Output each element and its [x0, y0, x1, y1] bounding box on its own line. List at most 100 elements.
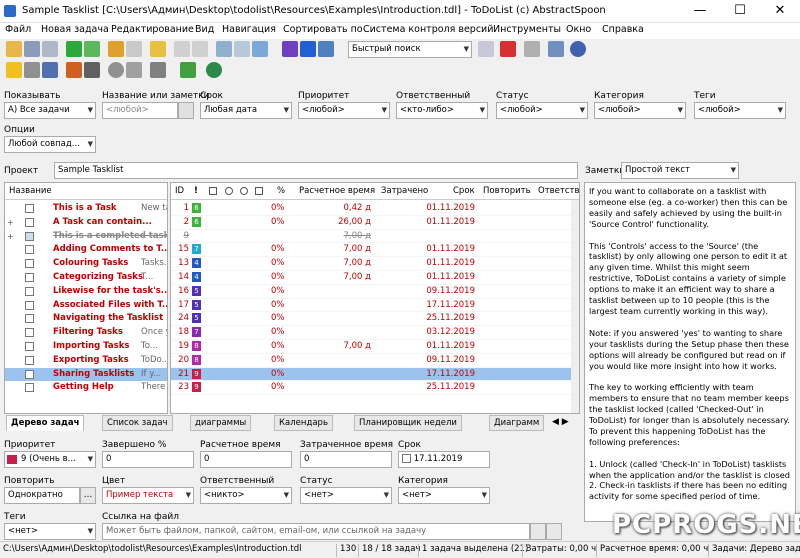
tab-task-list[interactable]: Список задач [102, 415, 173, 431]
col-due[interactable]: Срок [453, 186, 475, 196]
priority-badge[interactable]: 8 [192, 354, 201, 365]
tree-header[interactable]: Название [5, 183, 167, 200]
tree-row[interactable]: + This is a completed task [5, 230, 167, 244]
tree-row[interactable]: Likewise for the task's... [5, 285, 167, 299]
col-bell-icon[interactable] [255, 187, 263, 195]
est-time-input[interactable]: 0 [200, 451, 292, 468]
resp-combo[interactable]: <никто> ▼ [200, 487, 292, 504]
task-checkbox[interactable] [25, 355, 34, 365]
tasklist-icon[interactable] [216, 41, 232, 57]
tree-row[interactable]: This is a Task New tas... [5, 202, 167, 216]
task-name[interactable]: Exporting Tasks [53, 355, 129, 365]
task-checkbox[interactable] [25, 204, 34, 213]
tag-icon[interactable] [180, 62, 196, 78]
refresh-icon[interactable] [252, 41, 268, 57]
table-row[interactable]: 19 0% 7,00 д 01.11.2019 8 [171, 340, 579, 354]
options-combo[interactable]: Любой совпад... ▼ [4, 136, 96, 153]
close-button[interactable]: ✕ [760, 0, 800, 23]
tree-row[interactable]: Associated Files with T... [5, 299, 167, 313]
refresh-filter-icon[interactable] [178, 102, 194, 119]
task-name[interactable]: A Task can contain... [53, 217, 152, 227]
menu-tools[interactable]: Инструменты [493, 24, 561, 35]
priority-badge[interactable]: 5 [192, 285, 201, 296]
resp-filter-combo[interactable]: <кто-либо> ▼ [396, 102, 488, 119]
tree-row[interactable]: Sharing Tasklists If y... [5, 367, 167, 382]
task-name[interactable]: Associated Files with T... [53, 300, 167, 310]
category-filter-combo[interactable]: <любой> ▼ [594, 102, 686, 119]
task-name[interactable]: Navigating the Tasklist [53, 313, 163, 323]
status-filter-combo[interactable]: <любой> ▼ [496, 102, 588, 119]
notes-text[interactable]: If you want to collaborate on a tasklist… [589, 186, 791, 502]
minimize-button[interactable]: — [680, 0, 720, 23]
tab-scroll-arrows[interactable]: ◀ ▶ [552, 417, 569, 427]
tree-row[interactable]: Navigating the Tasklist [5, 312, 167, 326]
nav-up-icon[interactable] [318, 41, 334, 57]
task-checkbox[interactable] [25, 217, 34, 227]
col-estimated[interactable]: Расчетное время [299, 186, 375, 196]
show-filter-combo[interactable]: A) Все задачи ▼ [4, 102, 96, 119]
task-checkbox[interactable] [25, 231, 34, 241]
tree-row[interactable]: Getting Help There are... [5, 381, 167, 395]
tree-row[interactable]: Exporting Tasks ToDo... [5, 354, 167, 368]
star-icon[interactable] [6, 62, 22, 78]
lock-icon[interactable] [524, 41, 540, 57]
tab-task-tree[interactable]: Дерево задач [6, 415, 85, 431]
expand-toggle[interactable]: + [7, 232, 15, 241]
task-checkbox[interactable] [25, 300, 34, 310]
new-subtask-icon[interactable] [84, 41, 100, 57]
tab-diagrams[interactable]: Диаграмм [489, 415, 545, 431]
delete-task-icon[interactable] [126, 41, 142, 57]
priority-badge[interactable]: 6 [192, 203, 201, 213]
project-name-input[interactable]: Sample Tasklist [54, 162, 578, 179]
task-checkbox[interactable] [25, 328, 34, 338]
col-responsible[interactable]: Ответств [538, 186, 579, 196]
task-name[interactable]: Filtering Tasks [53, 327, 123, 337]
col-done-icon[interactable] [209, 187, 217, 195]
repeat-input[interactable]: Однократно [4, 487, 80, 504]
tree-row[interactable]: Importing Tasks To... [5, 340, 167, 354]
due-date-input[interactable]: 17.11.2019 [398, 451, 490, 468]
task-checkbox[interactable] [25, 286, 34, 296]
table-row[interactable]: 16 0% 09.11.2019 5 [171, 285, 579, 299]
menu-sort[interactable]: Сортировать по [283, 24, 363, 35]
view-icon[interactable] [234, 41, 250, 57]
menu-window[interactable]: Окно [566, 24, 591, 35]
col-spent[interactable]: Затрачено [381, 186, 428, 196]
priority-combo[interactable]: 9 (Очень в... ▼ [4, 451, 96, 468]
completed-spinner[interactable]: 0 [102, 451, 194, 468]
stop-icon[interactable] [108, 62, 124, 78]
table-row[interactable]: 14 0% 7,00 д 01.11.2019 4 [171, 271, 579, 285]
repeat-more-button[interactable]: … [80, 487, 96, 504]
nav-forward-icon[interactable] [300, 41, 316, 57]
priority-badge[interactable]: 8 [192, 340, 201, 351]
open-link-icon[interactable] [546, 523, 562, 540]
table-row[interactable]: 1 0% 0,42 д 01.11.2019 6 [171, 202, 579, 216]
priority-badge[interactable]: 4 [192, 271, 201, 282]
priority-badge[interactable]: 9 [192, 368, 201, 379]
file-link-input[interactable]: Может быть файлом, папкой, сайтом, email… [102, 523, 530, 540]
tree-row[interactable]: Categorizing Tasks T... [5, 271, 167, 285]
tree-row[interactable]: Filtering Tasks Once y... [5, 326, 167, 340]
task-checkbox[interactable] [25, 314, 34, 324]
col-lock-icon[interactable] [240, 187, 248, 195]
menu-help[interactable]: Справка [602, 24, 644, 35]
due-checkbox[interactable] [402, 454, 411, 463]
priority-badge[interactable]: 6 [192, 216, 201, 227]
priority-badge[interactable]: 9 [192, 382, 201, 393]
clear-icon[interactable] [500, 41, 516, 57]
spent-time-input[interactable]: 0 [300, 451, 392, 468]
tab-calendar[interactable]: Календарь [274, 415, 333, 431]
table-row[interactable]: 20 0% 09.11.2019 8 [171, 354, 579, 368]
priority-badge[interactable]: 5 [192, 313, 201, 324]
tree-row[interactable]: Colouring Tasks Tasks... [5, 257, 167, 271]
redo-icon[interactable] [192, 41, 208, 57]
link-icon[interactable] [84, 62, 100, 78]
edit-icon[interactable] [108, 41, 124, 57]
col-percent[interactable]: % [277, 186, 285, 196]
priority-filter-combo[interactable]: <любой> ▼ [298, 102, 390, 119]
email-icon[interactable] [42, 62, 58, 78]
menu-edit[interactable]: Редактирование [111, 24, 194, 35]
task-scrollbar[interactable] [571, 200, 579, 413]
menu-new-task[interactable]: Новая задача [41, 24, 109, 35]
task-checkbox[interactable] [25, 245, 34, 255]
